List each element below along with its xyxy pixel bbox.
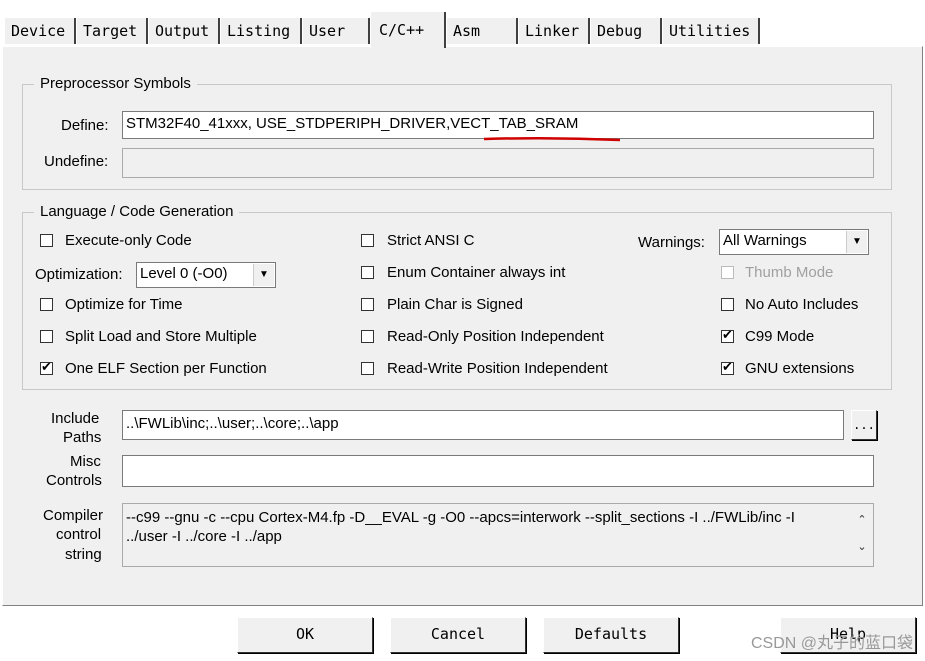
define-input[interactable]: STM32F40_41xxx, USE_STDPERIPH_DRIVER,VEC… (122, 111, 874, 139)
compiler-string-box[interactable]: --c99 --gnu -c --cpu Cortex-M4.fp -D__EV… (122, 503, 874, 567)
watermark: CSDN @丸子的蓝口袋 (750, 635, 913, 652)
cancel-button[interactable]: Cancel (390, 617, 526, 653)
optimize-time-checkbox[interactable] (40, 298, 53, 311)
thumb-mode-checkbox[interactable] (721, 266, 734, 279)
one-elf-label: One ELF Section per Function (65, 360, 267, 377)
optimization-label: Optimization: (35, 266, 123, 283)
misc-label-2: Controls (46, 472, 102, 489)
enum-container-checkbox[interactable] (361, 266, 374, 279)
no-auto-includes-checkbox[interactable] (721, 298, 734, 311)
tab-linker[interactable]: Linker (518, 18, 590, 44)
tab-debug[interactable]: Debug (590, 18, 662, 44)
defaults-button[interactable]: Defaults (543, 617, 679, 653)
preprocessor-legend: Preprocessor Symbols (34, 75, 197, 92)
no-auto-includes-label: No Auto Includes (745, 296, 859, 313)
strict-ansi-label: Strict ANSI C (387, 232, 475, 249)
scrollbar[interactable]: ⌃ ⌄ (852, 505, 872, 565)
tab-listing[interactable]: Listing (220, 18, 302, 44)
one-elf-checkbox[interactable] (40, 359, 53, 375)
red-underline (483, 136, 621, 142)
ok-button[interactable]: OK (237, 617, 373, 653)
include-label-2: Paths (63, 429, 102, 446)
gnu-ext-label: GNU extensions (745, 360, 855, 377)
thumb-mode-label: Thumb Mode (745, 264, 834, 281)
warnings-select[interactable]: All Warnings ▼ (719, 229, 869, 255)
compiler-string-line-2: ../user -I ../core -I ../app (126, 528, 282, 545)
gnu-ext-checkbox[interactable] (721, 359, 734, 375)
ro-pi-checkbox[interactable] (361, 330, 374, 343)
undefine-input[interactable] (122, 148, 874, 178)
warnings-value: All Warnings (723, 232, 807, 249)
compiler-label-2: control (56, 526, 102, 543)
browse-button[interactable]: ... (851, 410, 877, 440)
plain-char-checkbox[interactable] (361, 298, 374, 311)
execute-only-checkbox[interactable] (40, 234, 53, 247)
enum-container-label: Enum Container always int (387, 264, 566, 281)
chevron-down-icon[interactable]: ⌄ (852, 538, 872, 557)
strict-ansi-checkbox[interactable] (361, 234, 374, 247)
optimize-time-label: Optimize for Time (65, 296, 183, 313)
tab-user[interactable]: User (302, 18, 370, 44)
include-label-1: Include (51, 410, 100, 427)
tab-asm[interactable]: Asm (446, 18, 518, 44)
warnings-label: Warnings: (638, 234, 705, 251)
split-load-label: Split Load and Store Multiple (65, 328, 257, 345)
rw-pi-label: Read-Write Position Independent (387, 360, 608, 377)
chevron-down-icon[interactable]: ▼ (846, 231, 867, 253)
tab-device[interactable]: Device (4, 18, 76, 44)
plain-char-label: Plain Char is Signed (387, 296, 523, 313)
compiler-label-3: string (65, 546, 102, 563)
ro-pi-label: Read-Only Position Independent (387, 328, 604, 345)
optimization-select[interactable]: Level 0 (-O0) ▼ (136, 262, 276, 288)
chevron-up-icon[interactable]: ⌃ (852, 511, 872, 530)
compiler-string-line-1: --c99 --gnu -c --cpu Cortex-M4.fp -D__EV… (126, 509, 795, 526)
rw-pi-checkbox[interactable] (361, 362, 374, 375)
tab-cc[interactable]: C/C++ (370, 12, 446, 48)
split-load-checkbox[interactable] (40, 330, 53, 343)
optimization-value: Level 0 (-O0) (140, 265, 228, 282)
misc-controls-input[interactable] (122, 455, 874, 487)
tab-target[interactable]: Target (76, 18, 148, 44)
c99-mode-checkbox[interactable] (721, 327, 734, 343)
execute-only-label: Execute-only Code (65, 232, 192, 249)
codegen-legend: Language / Code Generation (34, 203, 240, 220)
tab-utilities[interactable]: Utilities (662, 18, 760, 44)
compiler-label-1: Compiler (43, 507, 104, 524)
include-paths-input[interactable]: ..\FWLib\inc;..\user;..\core;..\app (122, 410, 844, 440)
chevron-down-icon[interactable]: ▼ (253, 264, 274, 286)
tab-strip: Device Target Output Listing User C/C++ … (0, 0, 925, 48)
undefine-label: Undefine: (44, 153, 109, 170)
define-label: Define: (61, 117, 109, 134)
misc-label-1: Misc (70, 453, 101, 470)
c99-mode-label: C99 Mode (745, 328, 815, 345)
tab-output[interactable]: Output (148, 18, 220, 44)
